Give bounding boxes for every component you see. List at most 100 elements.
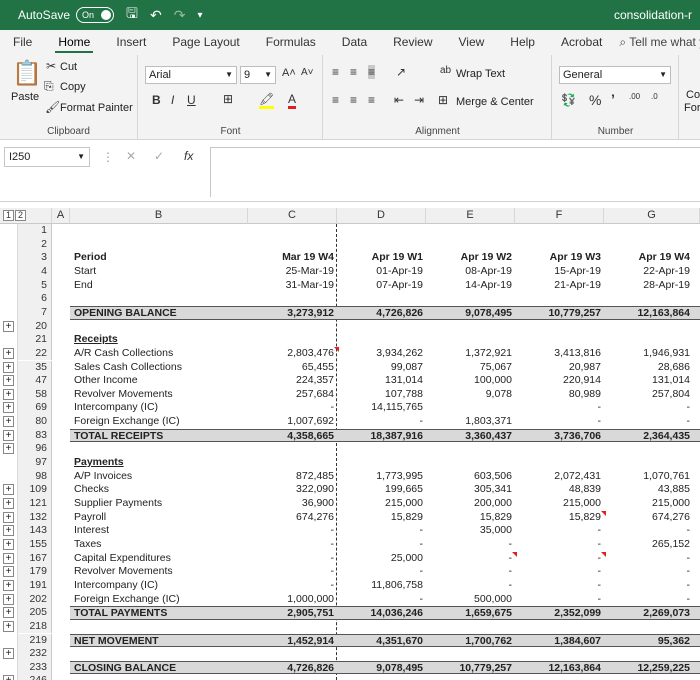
data-cell[interactable]: 2,364,435 [594,430,690,444]
comment-indicator[interactable] [601,510,606,516]
data-cell[interactable]: - [238,565,335,579]
row-header[interactable]: 4 [18,264,52,279]
data-cell[interactable]: - [416,565,513,579]
data-cell[interactable]: 1,659,675 [416,607,512,621]
row-header[interactable]: 58 [18,387,52,402]
data-cell[interactable]: 3,360,437 [416,430,512,444]
expand-group-button[interactable]: + [3,675,14,680]
data-cell[interactable]: - [594,524,691,538]
format-as-table-button[interactable]: For [684,102,700,114]
data-cell[interactable]: 2,072,431 [505,470,601,484]
data-cell[interactable]: - [505,401,602,415]
expand-group-button[interactable]: + [3,402,14,414]
data-cell[interactable]: 224,357 [238,374,334,388]
fill-color-icon[interactable]: 🖍 [259,92,275,109]
data-cell[interactable]: - [594,401,691,415]
tab-page-layout[interactable]: Page Layout [159,30,252,55]
data-cell[interactable]: 872,485 [238,470,334,484]
tell-me-search[interactable]: ⌕ Tell me what you w [619,35,700,50]
format-painter-icon[interactable]: 🖌 [45,100,60,114]
enter-icon[interactable]: ✓ [154,149,164,163]
data-cell[interactable]: 65,455 [238,361,334,375]
data-cell[interactable]: 48,839 [505,483,601,497]
data-cell[interactable]: - [327,593,424,607]
row-header[interactable]: 3 [18,251,52,265]
row-header[interactable]: 5 [18,278,52,293]
data-cell[interactable]: 15,829 [505,511,601,525]
wrap-text-button[interactable]: Wrap Text [456,68,505,80]
row-header[interactable]: 20 [18,319,52,334]
row-header[interactable]: 69 [18,401,52,416]
undo-icon[interactable]: ↶ [150,7,162,24]
tab-view[interactable]: View [446,30,498,55]
data-cell[interactable]: 25,000 [327,552,423,566]
accounting-format-icon[interactable]: 💱 [561,93,576,107]
decrease-indent-icon[interactable]: ⇤ [394,93,404,107]
row-header[interactable]: 35 [18,360,52,375]
data-cell[interactable]: 12,259,225 [594,662,690,676]
expand-group-button[interactable]: + [3,484,14,496]
data-cell[interactable]: 25-Mar-19 [238,265,334,279]
data-cell[interactable]: 99,087 [327,361,423,375]
middle-align-icon[interactable]: ≡ [350,65,357,79]
expand-group-button[interactable]: + [3,593,14,605]
cancel-icon[interactable]: ✕ [126,149,136,163]
column-header-c[interactable]: C [248,208,337,224]
data-cell[interactable]: 07-Apr-19 [327,279,423,293]
data-cell[interactable]: - [505,593,602,607]
expand-group-button[interactable]: + [3,416,14,428]
expand-group-button[interactable]: + [3,498,14,509]
column-header-e[interactable]: E [426,208,515,224]
row-header[interactable]: 47 [18,374,52,388]
data-cell[interactable]: 1,000,000 [238,593,334,607]
data-cell[interactable]: - [327,538,424,552]
expand-group-button[interactable]: + [3,511,14,523]
expand-group-button[interactable]: + [3,620,14,632]
column-header-g[interactable]: G [604,208,700,224]
data-cell[interactable]: 22-Apr-19 [594,265,690,279]
expand-group-button[interactable]: + [3,443,14,455]
row-header[interactable]: 2 [18,237,52,252]
expand-group-button[interactable]: + [3,538,14,550]
data-cell[interactable]: 265,152 [594,538,690,552]
data-cell[interactable]: 28,686 [594,361,690,375]
expand-group-button[interactable]: + [3,347,14,359]
autosave-toggle[interactable]: On [76,7,115,23]
data-cell[interactable]: - [327,565,424,579]
data-cell[interactable]: 2,269,073 [594,607,690,621]
data-cell[interactable]: - [238,524,335,538]
data-cell[interactable]: 20,987 [505,361,601,375]
data-cell[interactable]: 1,070,761 [594,470,690,484]
row-header[interactable]: 205 [18,606,52,620]
expand-group-button[interactable]: + [3,429,14,441]
data-cell[interactable]: 674,276 [238,511,334,525]
font-name-select[interactable]: Arial ▼ [145,66,237,84]
cut-button[interactable]: Cut [60,61,77,73]
data-cell[interactable]: 603,506 [416,470,512,484]
data-cell[interactable]: 2,352,099 [505,607,601,621]
data-cell[interactable]: 500,000 [416,593,512,607]
italic-icon[interactable]: I [171,93,174,107]
data-cell[interactable]: 08-Apr-19 [416,265,512,279]
data-cell[interactable]: 257,684 [238,388,334,402]
conditional-format-button[interactable]: Co [686,89,700,101]
comment-indicator[interactable] [334,346,339,352]
row-header[interactable]: 109 [18,483,52,497]
data-cell[interactable]: - [594,579,691,593]
data-cell[interactable]: 2,803,476 [238,347,334,361]
data-cell[interactable]: 9,078,495 [327,662,423,676]
expand-group-button[interactable]: + [3,525,14,537]
data-cell[interactable]: - [505,415,602,429]
copy-button[interactable]: Copy [60,81,86,93]
cut-icon[interactable]: ✂ [46,59,56,73]
tab-acrobat[interactable]: Acrobat [548,30,615,55]
borders-icon[interactable]: ⊞ [223,92,233,106]
expand-group-button[interactable]: + [3,361,14,373]
data-cell[interactable]: Apr 19 W3 [505,251,601,265]
data-cell[interactable]: 200,000 [416,497,512,511]
tab-home[interactable]: Home [45,30,103,55]
comma-style-icon[interactable]: ’ [611,91,615,107]
data-cell[interactable]: - [594,565,691,579]
row-label[interactable]: Payments [74,456,274,470]
data-cell[interactable]: 3,273,912 [238,307,334,321]
